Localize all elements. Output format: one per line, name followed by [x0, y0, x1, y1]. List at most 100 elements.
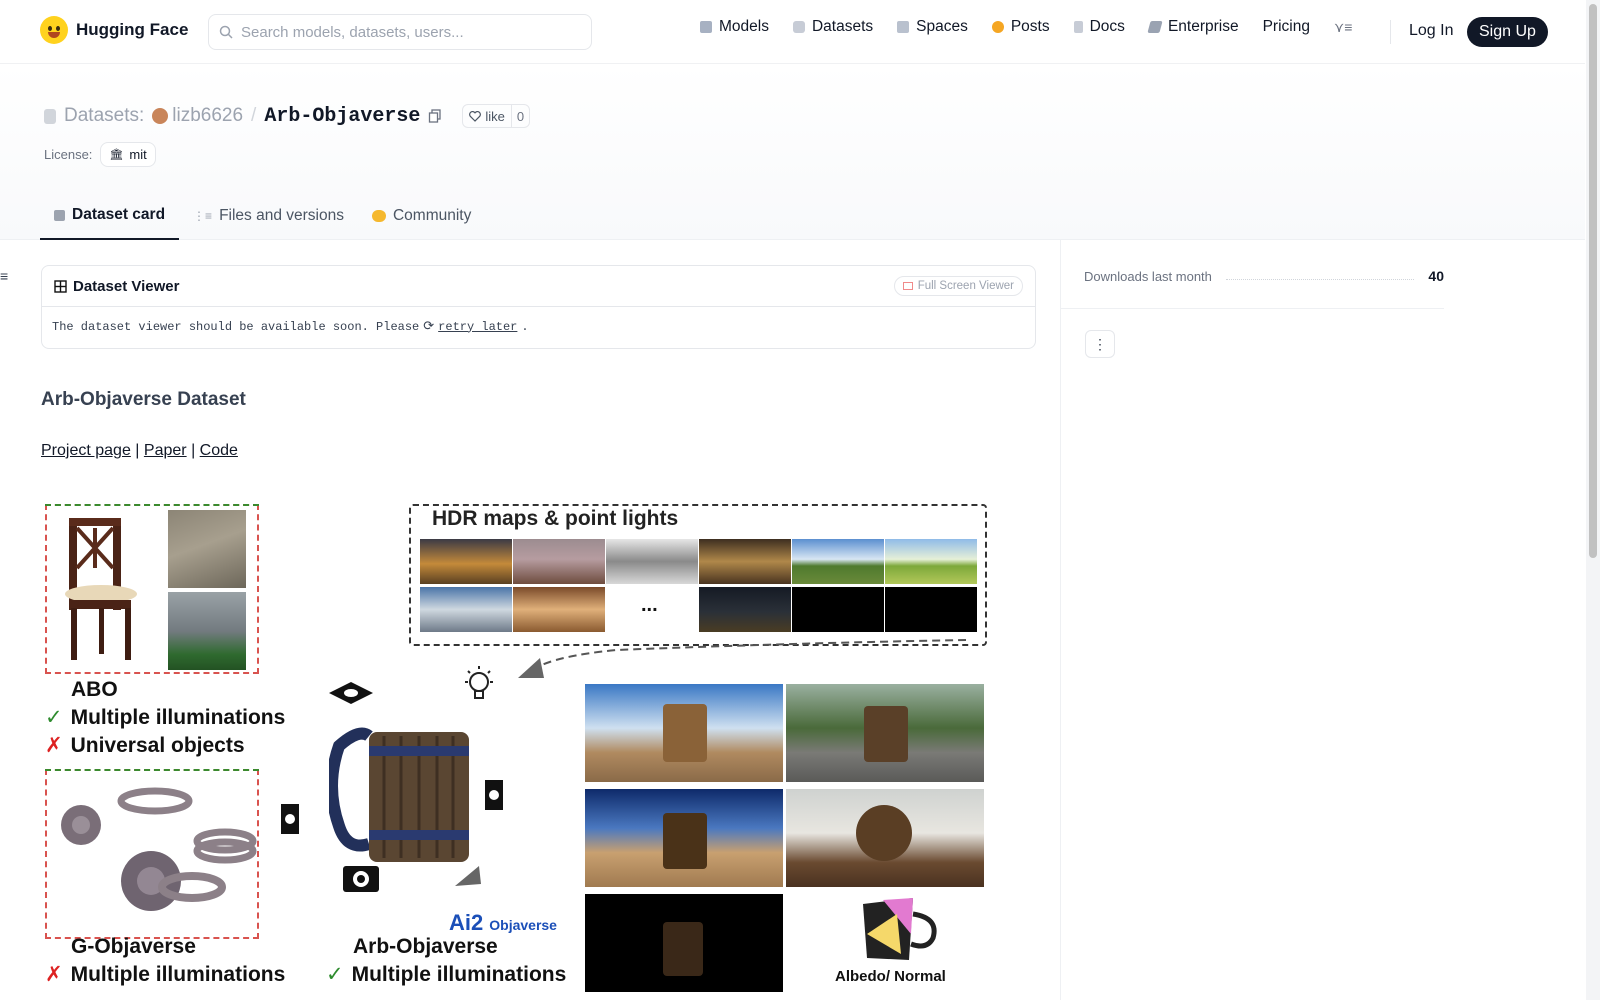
- dataset-viewer: Dataset Viewer Full Screen Viewer The da…: [41, 265, 1036, 349]
- copy-icon[interactable]: [428, 109, 442, 123]
- abo-check-text: Multiple illuminations: [70, 706, 286, 729]
- nav-enterprise-label: Enterprise: [1167, 18, 1239, 35]
- camera-icon: [343, 866, 379, 892]
- downloads-value: 40: [1428, 268, 1444, 284]
- abo-title: ABO: [71, 678, 118, 701]
- hdr-map-thumb: [420, 587, 512, 632]
- sidebar-divider-line: [1061, 308, 1444, 309]
- dataset-viewer-title: Dataset Viewer: [54, 278, 179, 295]
- camera-icon: [329, 682, 373, 704]
- viewer-message: The dataset viewer should be available s…: [52, 319, 420, 334]
- hdr-map-thumb: [885, 539, 977, 584]
- table-icon: [54, 279, 67, 293]
- like-label: like: [485, 108, 505, 124]
- breadcrumb-separator: /: [251, 105, 257, 126]
- grid-icon: [902, 282, 913, 290]
- nav-models-label: Models: [719, 18, 769, 35]
- dataset-db-icon: [44, 108, 56, 124]
- cross-icon: ✗: [45, 734, 63, 757]
- nav-posts-label: Posts: [1010, 18, 1050, 35]
- hdr-map-thumb: [606, 539, 698, 584]
- check-icon: ✓: [45, 706, 63, 729]
- albedo-normal-label: Albedo/ Normal: [835, 968, 946, 985]
- abo-cross-row: ✗ Universal objects: [45, 733, 245, 758]
- license-value: mit: [129, 147, 147, 162]
- dataset-card-heading: Arb-Objaverse Dataset: [41, 389, 246, 410]
- search-input[interactable]: [241, 23, 561, 41]
- page-scrollbar[interactable]: [1586, 0, 1600, 1000]
- kebab-icon: ⋮: [1093, 335, 1107, 352]
- nav-models[interactable]: Models: [700, 18, 769, 36]
- nav-spaces-label: Spaces: [916, 18, 968, 35]
- hdr-map-thumb: [699, 587, 791, 632]
- downloads-label: Downloads last month: [1084, 268, 1212, 284]
- code-link[interactable]: Code: [200, 442, 238, 459]
- abo-samples-box: [45, 504, 259, 674]
- g-objaverse-samples-box: [45, 769, 259, 939]
- tab-files[interactable]: ⋮≡ Files and versions: [179, 192, 358, 240]
- enterprise-icon: [1147, 21, 1163, 33]
- more-options-button[interactable]: ⋮: [1085, 330, 1115, 358]
- abo-cross-text: Universal objects: [70, 734, 245, 757]
- hdr-maps-title: HDR maps & point lights: [432, 507, 679, 530]
- rings-render-image: [61, 787, 257, 911]
- login-link[interactable]: Log In: [1409, 22, 1453, 40]
- g-objaverse-title: G-Objaverse: [71, 935, 196, 958]
- g-objaverse-cross-row: ✗ Multiple illuminations: [45, 962, 285, 987]
- abo-check-row: ✓ Multiple illuminations: [45, 705, 285, 730]
- arb-objaverse-title: Arb-Objaverse: [353, 935, 498, 958]
- project-page-link[interactable]: Project page: [41, 442, 131, 459]
- repo-header: Datasets: lizb6626 / Arb-Objaverse like …: [0, 64, 1585, 240]
- brand-logo[interactable]: Hugging Face: [40, 16, 188, 44]
- license-tag[interactable]: 🏛 mit: [100, 142, 156, 167]
- repo-owner[interactable]: lizb6626: [172, 105, 243, 127]
- tab-community-label: Community: [392, 207, 472, 224]
- arrow-icon: [455, 866, 481, 886]
- card-links: Project page | Paper | Code: [41, 442, 238, 460]
- repo-name[interactable]: Arb-Objaverse: [264, 105, 420, 128]
- toc-toggle-icon[interactable]: ≡: [0, 268, 8, 284]
- paper-link[interactable]: Paper: [144, 442, 187, 459]
- point-light-thumb: [792, 587, 884, 632]
- repo-tabs: Dataset card ⋮≡ Files and versions Commun…: [40, 192, 485, 240]
- models-icon: [700, 21, 712, 33]
- ai2-objaverse-logo: Ai2 Objaverse: [449, 910, 557, 936]
- heart-icon: [469, 110, 482, 122]
- link-separator: |: [191, 442, 196, 459]
- nav-pricing-label: Pricing: [1262, 18, 1310, 35]
- more-menu-icon[interactable]: ⋎≡: [1334, 19, 1352, 36]
- full-screen-viewer-button[interactable]: Full Screen Viewer: [893, 276, 1023, 296]
- user-avatar[interactable]: [152, 108, 169, 124]
- like-button[interactable]: like 0: [462, 104, 531, 128]
- arb-objaverse-check-text: Multiple illuminations: [351, 963, 567, 986]
- search-icon: [219, 25, 233, 39]
- signup-button[interactable]: Sign Up: [1467, 17, 1548, 47]
- mug-render-image: [329, 727, 469, 862]
- nav-pricing[interactable]: Pricing: [1263, 18, 1310, 36]
- check-icon: ✓: [326, 963, 344, 986]
- nav-spaces[interactable]: Spaces: [897, 18, 968, 36]
- tab-community[interactable]: Community: [358, 192, 485, 240]
- hugging-face-logo-icon: [40, 16, 68, 44]
- search-box[interactable]: [208, 14, 592, 50]
- nav-docs[interactable]: Docs: [1073, 18, 1125, 36]
- render-point-lights: [585, 894, 783, 992]
- repo-kind[interactable]: Datasets:: [64, 105, 144, 127]
- viewer-message-end: .: [521, 319, 529, 334]
- downloads-stat: Downloads last month 40: [1084, 268, 1444, 284]
- hdr-map-thumb: [420, 539, 512, 584]
- docs-icon: [1073, 21, 1083, 33]
- scrollbar-thumb[interactable]: [1589, 4, 1597, 558]
- dataset-overview-figure: ABO ✓ Multiple illuminations ✗ Universal o…: [41, 498, 991, 1000]
- posts-icon: [991, 21, 1004, 33]
- license-label: License:: [44, 147, 93, 162]
- tab-dataset-card[interactable]: Dataset card: [40, 192, 180, 240]
- nav-datasets-label: Datasets: [811, 18, 874, 35]
- link-separator: |: [135, 442, 140, 459]
- more-maps-ellipsis: ...: [641, 594, 658, 616]
- retry-link[interactable]: retry later: [438, 320, 517, 334]
- nav-enterprise[interactable]: Enterprise: [1147, 18, 1239, 36]
- nav-datasets[interactable]: Datasets: [792, 18, 874, 36]
- nav-posts[interactable]: Posts: [991, 18, 1050, 36]
- camera-icon: [485, 780, 503, 810]
